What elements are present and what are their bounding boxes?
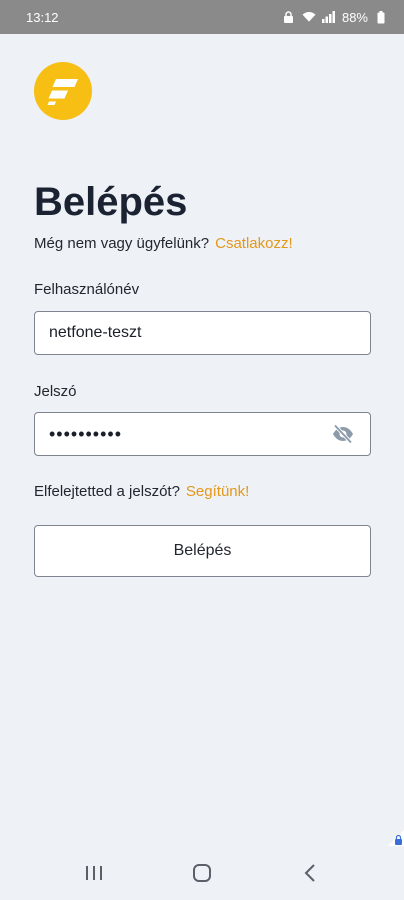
forgot-password-link[interactable]: Segítünk! [186, 483, 249, 500]
password-label: Jelszó [34, 383, 77, 400]
recents-icon[interactable] [72, 853, 116, 893]
status-icons: 88% [282, 10, 388, 25]
signup-prompt-text: Még nem vagy ügyfelünk? [34, 235, 210, 252]
status-time: 13:12 [26, 9, 59, 25]
brand-logo-icon [34, 62, 92, 120]
signal-icon [322, 10, 336, 24]
signup-link[interactable]: Csatlakozz! [215, 235, 293, 252]
password-field-container [34, 412, 371, 456]
battery-icon [374, 10, 388, 24]
status-bar: 13:12 88% [0, 0, 404, 34]
username-input[interactable] [49, 324, 356, 342]
battery-percentage: 88% [341, 9, 368, 25]
lock-icon [282, 10, 296, 24]
username-field-container [34, 311, 371, 355]
password-input[interactable] [49, 423, 330, 445]
eye-off-icon[interactable] [330, 421, 356, 447]
login-button[interactable]: Belépés [34, 525, 371, 577]
navigation-bar [0, 846, 404, 900]
home-icon[interactable] [180, 853, 224, 893]
signup-prompt: Még nem vagy ügyfelünk? Csatlakozz! [34, 235, 293, 252]
forgot-password-prompt: Elfelejtetted a jelszót? Segítünk! [34, 483, 249, 500]
corner-lock-badge-icon [382, 824, 404, 846]
username-label: Felhasználónév [34, 281, 140, 298]
wifi-icon [302, 10, 316, 24]
forgot-password-text: Elfelejtetted a jelszót? [34, 483, 180, 500]
back-icon[interactable] [288, 853, 332, 893]
page-title: Belépés [34, 180, 188, 224]
